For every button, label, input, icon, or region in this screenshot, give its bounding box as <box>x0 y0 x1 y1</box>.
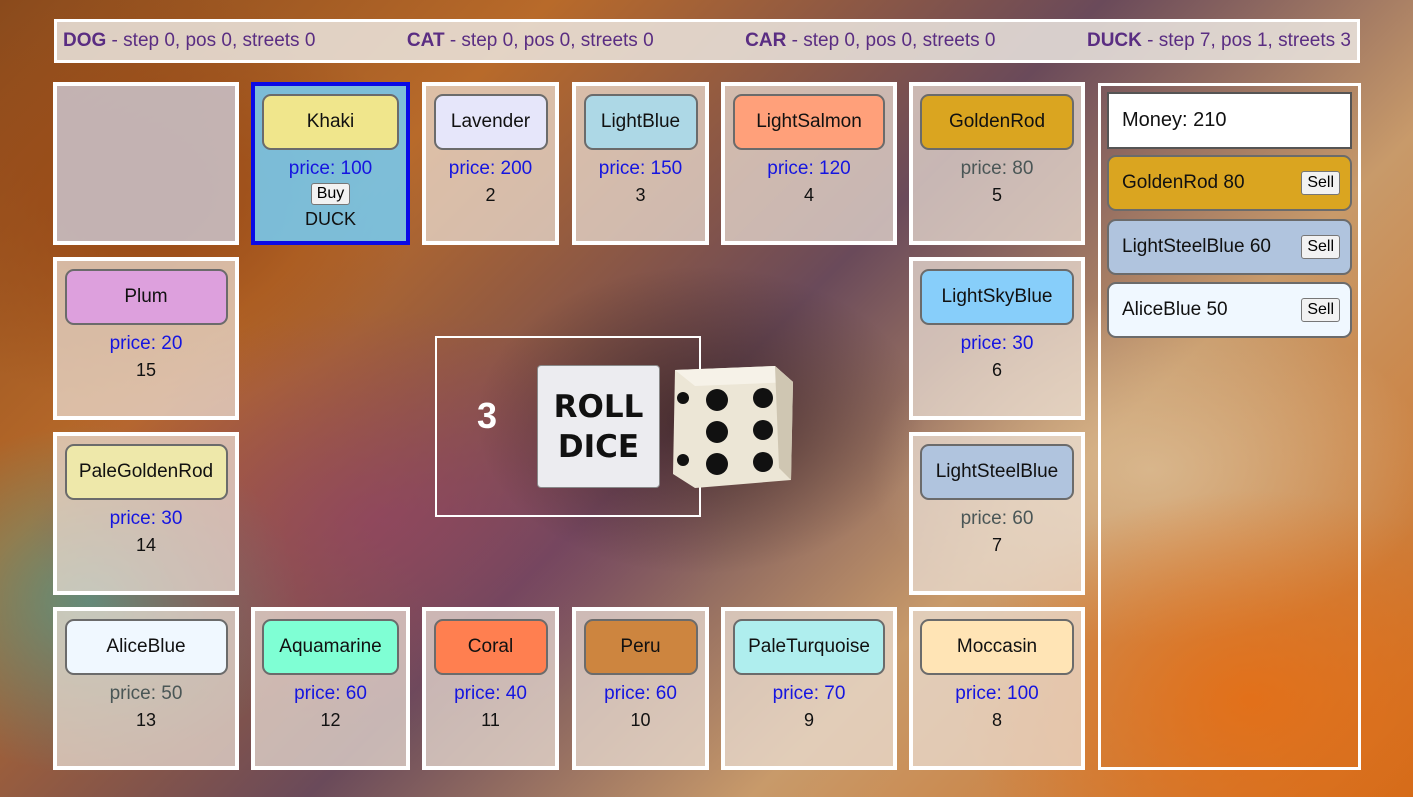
board-cell-paleturquoise[interactable]: PaleTurquoise price: 70 9 <box>721 607 897 770</box>
street-price: price: 200 <box>448 158 533 179</box>
board-cell-khaki[interactable]: Khaki price: 100 Buy DUCK <box>251 82 410 245</box>
board-cell-aquamarine[interactable]: Aquamarine price: 60 12 <box>251 607 410 770</box>
street-price: price: 100 <box>288 158 373 179</box>
players-status-bar: DOG - step 0, pos 0, streets 0 CAT - ste… <box>54 19 1360 63</box>
street-label-khaki: Khaki <box>262 94 399 150</box>
owned-street-label: GoldenRod 80 <box>1122 172 1245 193</box>
street-label-lightsteelblue: LightSteelBlue <box>920 444 1074 500</box>
player-status-cat: CAT - step 0, pos 0, streets 0 <box>406 30 654 51</box>
cell-number: 3 <box>635 185 646 205</box>
board-cell-peru[interactable]: Peru price: 60 10 <box>572 607 709 770</box>
owned-street-item: GoldenRod 80 Sell <box>1107 155 1352 211</box>
board-cell-moccasin[interactable]: Moccasin price: 100 8 <box>909 607 1085 770</box>
roll-label-line2: DICE <box>557 428 640 465</box>
street-label-lightsalmon: LightSalmon <box>733 94 885 150</box>
board-cell-plum[interactable]: Plum price: 20 15 <box>53 257 239 420</box>
owned-street-label: AliceBlue 50 <box>1122 299 1228 320</box>
sell-button[interactable]: Sell <box>1301 235 1340 259</box>
buy-button[interactable]: Buy <box>310 183 351 205</box>
cell-number: 5 <box>991 185 1002 205</box>
board-cell-lightsteelblue[interactable]: LightSteelBlue price: 60 7 <box>909 432 1085 595</box>
cell-number: 10 <box>630 710 651 730</box>
money-display: Money: 210 <box>1107 92 1352 149</box>
street-label-lightskyblue: LightSkyBlue <box>920 269 1074 325</box>
cell-number: 2 <box>485 185 496 205</box>
street-label-paleturquoise: PaleTurquoise <box>733 619 885 675</box>
street-price: price: 120 <box>767 158 851 179</box>
cell-number: 6 <box>991 360 1002 380</box>
board-cell-coral[interactable]: Coral price: 40 11 <box>422 607 559 770</box>
owned-street-item: LightSteelBlue 60 Sell <box>1107 219 1352 275</box>
owned-street-label: LightSteelBlue 60 <box>1122 236 1271 257</box>
cell-number: 15 <box>135 360 157 380</box>
street-label-aquamarine: Aquamarine <box>262 619 399 675</box>
board-cell-lightblue[interactable]: LightBlue price: 150 3 <box>572 82 709 245</box>
player-status-duck: DUCK - step 7, pos 1, streets 3 <box>1086 30 1351 51</box>
board-cell-palegoldenrod[interactable]: PaleGoldenRod price: 30 14 <box>53 432 239 595</box>
street-price: price: 150 <box>598 158 683 179</box>
street-label-goldenrod: GoldenRod <box>920 94 1074 150</box>
owned-street-item: AliceBlue 50 Sell <box>1107 282 1352 338</box>
roll-label-line1: ROLL <box>553 388 644 425</box>
sell-button[interactable]: Sell <box>1301 171 1340 195</box>
dice-result: 3 <box>476 395 498 436</box>
die-icon <box>673 366 793 488</box>
street-price: price: 60 <box>294 683 367 704</box>
cell-number: 9 <box>803 710 814 730</box>
street-price: price: 30 <box>960 333 1034 354</box>
street-price: price: 100 <box>955 683 1039 704</box>
street-label-moccasin: Moccasin <box>920 619 1074 675</box>
board-cell-lightskyblue[interactable]: LightSkyBlue price: 30 6 <box>909 257 1085 420</box>
street-price: price: 50 <box>109 683 183 704</box>
player-status-car: CAR - step 0, pos 0, streets 0 <box>745 30 996 51</box>
street-price: price: 30 <box>109 508 183 529</box>
street-price: price: 40 <box>454 683 527 704</box>
cell-number: 4 <box>803 185 814 205</box>
cell-number: 14 <box>135 535 157 555</box>
sell-button[interactable]: Sell <box>1301 298 1340 322</box>
street-price: price: 60 <box>960 508 1034 529</box>
street-label-coral: Coral <box>433 619 548 675</box>
board-cell-goldenrod[interactable]: GoldenRod price: 80 5 <box>909 82 1085 245</box>
street-label-palegoldenrod: PaleGoldenRod <box>64 444 228 500</box>
street-label-lavender: Lavender <box>433 94 548 150</box>
token-on-cell: DUCK <box>304 209 356 229</box>
street-price: price: 80 <box>960 158 1034 179</box>
cell-number: 7 <box>991 535 1002 555</box>
street-label-aliceblue: AliceBlue <box>64 619 228 675</box>
street-price: price: 20 <box>109 333 183 354</box>
cell-number: 12 <box>320 710 341 730</box>
cell-number: 8 <box>991 710 1002 730</box>
street-label-peru: Peru <box>583 619 698 675</box>
player-status-dog: DOG - step 0, pos 0, streets 0 <box>63 30 316 51</box>
street-label-lightblue: LightBlue <box>583 94 698 150</box>
street-label-plum: Plum <box>64 269 228 325</box>
board-cell-lightsalmon[interactable]: LightSalmon price: 120 4 <box>721 82 897 245</box>
cell-number: 13 <box>135 710 157 730</box>
street-price: price: 70 <box>772 683 846 704</box>
cell-number: 11 <box>481 710 500 730</box>
board-cell-aliceblue[interactable]: AliceBlue price: 50 13 <box>53 607 239 770</box>
board-cell-start <box>53 82 239 245</box>
board-cell-lavender[interactable]: Lavender price: 200 2 <box>422 82 559 245</box>
street-price: price: 60 <box>604 683 677 704</box>
roll-dice-button[interactable]: ROLL DICE <box>537 365 660 488</box>
